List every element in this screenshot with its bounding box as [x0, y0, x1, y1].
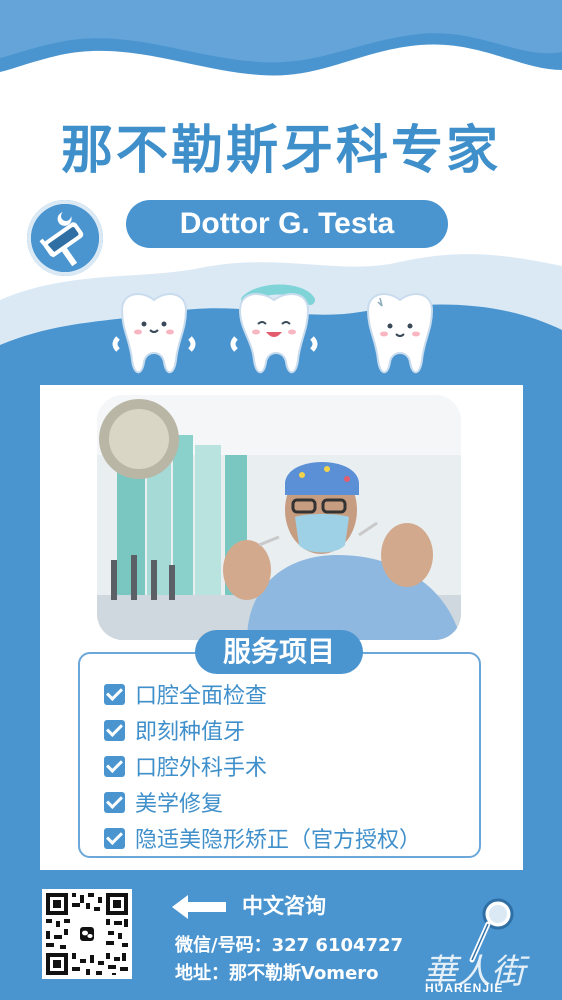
service-label: 隐适美隐形矫正（官方授权）: [135, 828, 422, 853]
tooth-icon: [112, 293, 196, 374]
tooth-icon: [366, 293, 434, 374]
check-icon: [104, 827, 125, 849]
wechat-phone: 微信/号码：327 6104727: [175, 935, 404, 956]
poster: 那不勒斯牙科专家 Dottor G. Testa 服务项目 口腔全面检查 即刻种…: [0, 0, 562, 1000]
check-icon: [104, 719, 125, 741]
tooth-icon: [230, 284, 318, 374]
consult-label: 中文咨询: [242, 894, 326, 918]
check-icon: [104, 791, 125, 813]
qr-code[interactable]: [42, 889, 132, 979]
doctor-name-badge: Dottor G. Testa: [126, 200, 448, 248]
service-label: 即刻种值牙: [135, 720, 246, 745]
doctor-photo: [97, 395, 461, 640]
check-icon: [104, 683, 125, 705]
check-icon: [104, 755, 125, 777]
address: 地址：那不勒斯Vomero: [175, 963, 379, 984]
service-label: 美学修复: [135, 792, 224, 817]
services-heading: 服务项目: [195, 630, 363, 674]
list-item: 口腔全面检查: [104, 676, 421, 712]
services-list: 口腔全面检查 即刻种值牙 口腔外科手术 美学修复 隐适美隐形矫正（官方授权）: [104, 676, 421, 856]
list-item: 隐适美隐形矫正（官方授权）: [104, 820, 421, 856]
service-label: 口腔全面检查: [135, 684, 268, 709]
arrow-left-icon: [172, 895, 226, 919]
page-title: 那不勒斯牙科专家: [60, 121, 501, 181]
list-item: 美学修复: [104, 784, 421, 820]
service-label: 口腔外科手术: [135, 756, 268, 781]
tooth-icons: [112, 284, 434, 374]
list-item: 即刻种值牙: [104, 712, 421, 748]
list-item: 口腔外科手术: [104, 748, 421, 784]
watermark-text: HUARENJIE: [425, 981, 504, 995]
dental-logo-icon: [27, 200, 103, 276]
